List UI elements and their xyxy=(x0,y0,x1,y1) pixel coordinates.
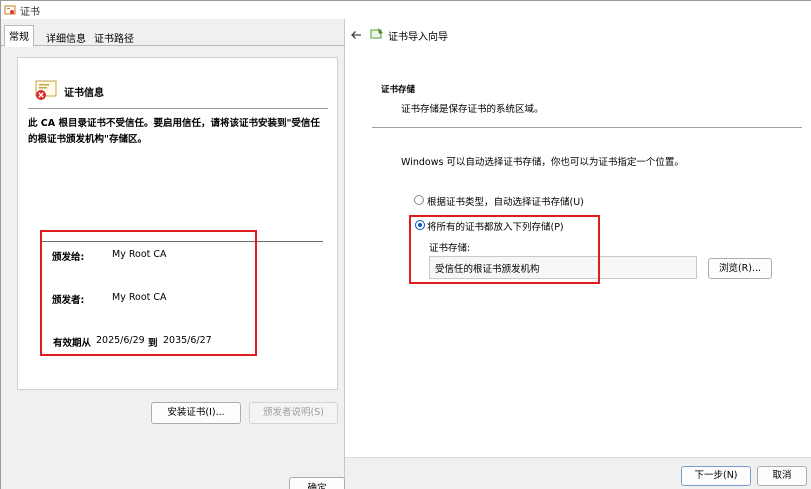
dialog-titlebar: 证书 xyxy=(1,1,345,19)
section-description: 证书存储是保存证书的系统区域。 xyxy=(401,104,544,115)
next-button[interactable]: 下一步(N) xyxy=(681,466,751,486)
issuer-statement-button[interactable]: 颁发者说明(S) xyxy=(249,402,338,424)
wizard-footer: 下一步(N) 取消 xyxy=(345,457,811,489)
back-arrow-icon[interactable] xyxy=(349,28,363,42)
divider xyxy=(372,127,802,128)
tab-general[interactable]: 常规 xyxy=(4,25,34,47)
cancel-button[interactable]: 取消 xyxy=(757,466,807,486)
radio-auto-select[interactable] xyxy=(414,195,424,205)
wizard-title: 证书导入向导 xyxy=(388,32,448,43)
dialog-title: 证书 xyxy=(20,7,40,18)
intro-text: Windows 可以自动选择证书存储，你也可以为证书指定一个位置。 xyxy=(401,157,684,168)
import-wizard: 证书导入向导 证书存储 证书存储是保存证书的系统区域。 Windows 可以自动… xyxy=(345,1,811,489)
screenshot-root: 证书 常规 详细信息 证书路径 证书信息 此 CA 根目录证书不受信任。要启用信… xyxy=(0,0,811,489)
cert-info-title: 证书信息 xyxy=(64,88,104,99)
section-heading: 证书存储 xyxy=(381,85,416,95)
tab-strip: 常规 详细信息 证书路径 xyxy=(1,25,345,47)
untrusted-warning: 此 CA 根目录证书不受信任。要启用信任，请将该证书安装到"受信任的根证书颁发机… xyxy=(28,118,320,145)
radio-auto-label[interactable]: 根据证书类型，自动选择证书存储(U) xyxy=(427,194,584,208)
ok-button[interactable]: 确定 xyxy=(289,477,345,489)
tab-cert-path[interactable]: 证书路径 xyxy=(89,27,139,46)
highlight-box xyxy=(40,230,257,356)
certificate-app-icon xyxy=(4,5,16,15)
highlight-box xyxy=(409,215,600,284)
browse-button[interactable]: 浏览(R)... xyxy=(708,258,772,279)
install-certificate-button[interactable]: 安装证书(I)... xyxy=(151,402,241,424)
certificate-wizard-icon xyxy=(370,28,383,39)
tab-details[interactable]: 详细信息 xyxy=(41,27,91,46)
untrusted-certificate-icon xyxy=(35,80,57,100)
divider xyxy=(28,108,328,109)
certificate-dialog: 证书 常规 详细信息 证书路径 证书信息 此 CA 根目录证书不受信任。要启用信… xyxy=(1,1,345,489)
